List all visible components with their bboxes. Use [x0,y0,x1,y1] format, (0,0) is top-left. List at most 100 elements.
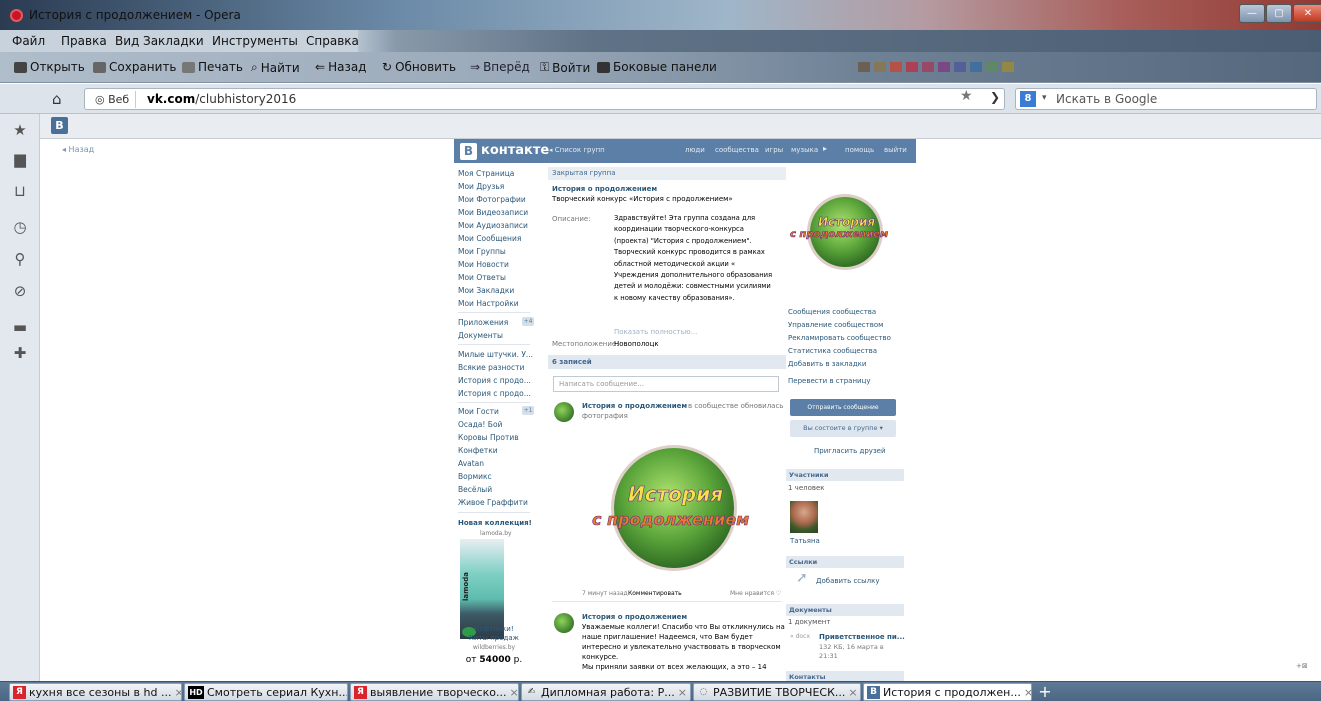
add-panel-icon[interactable]: ✚ [9,342,31,364]
post-photo[interactable]: История с продолжением [592,448,749,568]
back-button[interactable]: ⇐ Назад [315,60,366,74]
post-time[interactable]: 7 минут назад [582,590,628,597]
nav-music[interactable]: музыка [791,146,818,154]
game-item[interactable]: Весёлый [458,485,492,494]
community-messages-link[interactable]: Сообщения сообщества [788,308,876,316]
menu-my-settings[interactable]: Мои Настройки [458,299,519,308]
bookmark-star-icon[interactable]: ★ [960,88,973,104]
tab-close-icon[interactable]: × [678,686,690,699]
login-button[interactable]: ⚿ Войти [540,60,590,75]
game-item[interactable]: Живое Граффити [458,498,528,507]
menu-file[interactable]: Файл [12,34,45,48]
add-to-bookmarks-link[interactable]: Добавить в закладки [788,360,866,368]
vk-back-link[interactable]: ◂ Назад [62,145,94,154]
ad-image[interactable]: lamoda [460,539,504,639]
open-button[interactable]: Открыть [14,60,85,74]
post-author[interactable]: История о продолжением [582,613,687,621]
menu-my-photos[interactable]: Мои Фотографии [458,195,526,204]
nav-logout[interactable]: выйти [884,146,907,154]
menu-my-groups[interactable]: Мои Группы [458,247,506,256]
post-author-avatar[interactable] [554,613,574,633]
home-icon[interactable]: ⌂ [52,90,62,108]
game-item[interactable]: Вормикс [458,472,492,481]
members-header[interactable]: Участники [786,469,904,481]
tab-close-icon[interactable]: × [174,686,181,699]
tab-active[interactable]: B История с продолжен... × [863,683,1032,701]
community-stats-link[interactable]: Статистика сообщества [788,347,877,355]
advertise-community-link[interactable]: Рекламировать сообщество [788,334,891,342]
search-engine-dropdown-icon[interactable]: ▾ [1042,93,1047,103]
nav-people[interactable]: люди [685,146,705,154]
close-window-button[interactable]: ✕ [1293,4,1321,23]
nav-communities[interactable]: сообщества [715,146,759,154]
manage-community-link[interactable]: Управление сообществом [788,321,883,329]
forward-button[interactable]: ⇒ Вперёд [470,60,530,74]
panels-icon[interactable]: ▬ [9,316,31,338]
menu-help[interactable]: Справка [306,34,359,48]
music-play-icon[interactable]: ▸ [823,144,827,153]
tab[interactable]: ◌ РАЗВИТИЕ ТВОРЧЕСК... × [693,683,861,701]
document-title[interactable]: Приветственное пи... [819,633,905,641]
game-item[interactable]: Avatan [458,459,484,468]
menu-my-audio[interactable]: Мои Аудиозаписи [458,221,528,230]
menu-my-answers[interactable]: Мои Ответы [458,273,506,282]
nav-help[interactable]: помощь [845,146,874,154]
post-author[interactable]: История о продолжением [582,402,687,410]
web-badge[interactable]: ◎ Веб [89,91,137,108]
minimize-button[interactable]: — [1239,4,1265,23]
url-text[interactable]: vk.com/clubhistory2016 [147,92,296,106]
group-avatar[interactable]: История с продолжением [790,197,889,267]
tab-close-icon[interactable]: × [848,686,860,699]
invite-friends-link[interactable]: Пригласить друзей [814,447,886,455]
menu-view[interactable]: Вид [115,34,139,48]
tab-close-icon[interactable]: × [509,686,518,699]
menu-my-messages[interactable]: Мои Сообщения [458,234,521,243]
app-item[interactable]: История с продо... [458,376,531,385]
zoom-indicator[interactable]: +⊠ [1296,662,1308,670]
google-icon[interactable]: 8 [1020,91,1036,107]
ad-title[interactable]: Новая коллекция! [458,519,532,527]
search-icon[interactable]: ⚲ [9,248,31,270]
tab[interactable]: HD Смотреть сериал Кухн... × [184,683,348,701]
reload-button[interactable]: ↻ Обновить [382,60,456,74]
new-tab-button[interactable]: + [1037,683,1053,701]
menu-my-guests[interactable]: Мои Гости [458,407,499,416]
tab[interactable]: Я выявление творческо... × [350,683,519,701]
like-button[interactable]: Мне нравится ♡ [730,590,781,597]
ad2-title[interactable]: Кофточки! [454,625,534,633]
star-icon[interactable]: ★ [9,119,31,141]
app-item[interactable]: История с продо... [458,389,531,398]
menu-my-page[interactable]: Моя Страница [458,169,514,178]
vk-logo-icon[interactable]: B [460,143,477,160]
group-list-link[interactable]: ◂ Список групп [549,146,605,154]
links-header[interactable]: Ссылки [786,556,904,568]
contacts-header[interactable]: Контакты [786,671,904,681]
search-field[interactable]: 8 ▾ Искать в Google [1015,88,1317,110]
app-item[interactable]: Всякие разности [458,363,524,372]
add-link-link[interactable]: Добавить ссылку [816,577,880,585]
url-field[interactable]: ◎ Веб vk.com/clubhistory2016 [84,88,1005,110]
post-author-avatar[interactable] [554,402,574,422]
member-avatar[interactable] [790,501,818,533]
menu-tools[interactable]: Инструменты [212,34,298,48]
fast-forward-icon[interactable]: ❯ [990,90,1000,104]
tab[interactable]: ✍ Дипломная работа: Р... × [521,683,691,701]
ad2-subtitle[interactable]: Хиты продаж [454,634,534,642]
show-full-link[interactable]: Показать полностью... [614,328,697,336]
member-name[interactable]: Татьяна [790,537,820,545]
panels-button[interactable]: Боковые панели [597,60,717,74]
menu-my-friends[interactable]: Мои Друзья [458,182,504,191]
game-item[interactable]: Осада! Бой [458,420,502,429]
membership-dropdown[interactable]: Вы состоите в группе ▾ [790,420,896,437]
history-icon[interactable]: ◷ [9,216,31,238]
save-button[interactable]: Сохранить [93,60,177,74]
find-button[interactable]: ⌕ Найти [251,60,300,75]
menu-bookmarks[interactable]: Закладки [143,34,204,48]
app-item[interactable]: Милые штучки. У... [458,350,533,359]
game-item[interactable]: Коровы Против [458,433,519,442]
vk-bookmark-icon[interactable]: B [51,117,68,134]
vk-logo-text[interactable]: контакте [481,143,549,158]
menu-my-news[interactable]: Мои Новости [458,260,509,269]
menu-edit[interactable]: Правка [61,34,107,48]
write-message-input[interactable]: Написать сообщение... [553,376,779,392]
